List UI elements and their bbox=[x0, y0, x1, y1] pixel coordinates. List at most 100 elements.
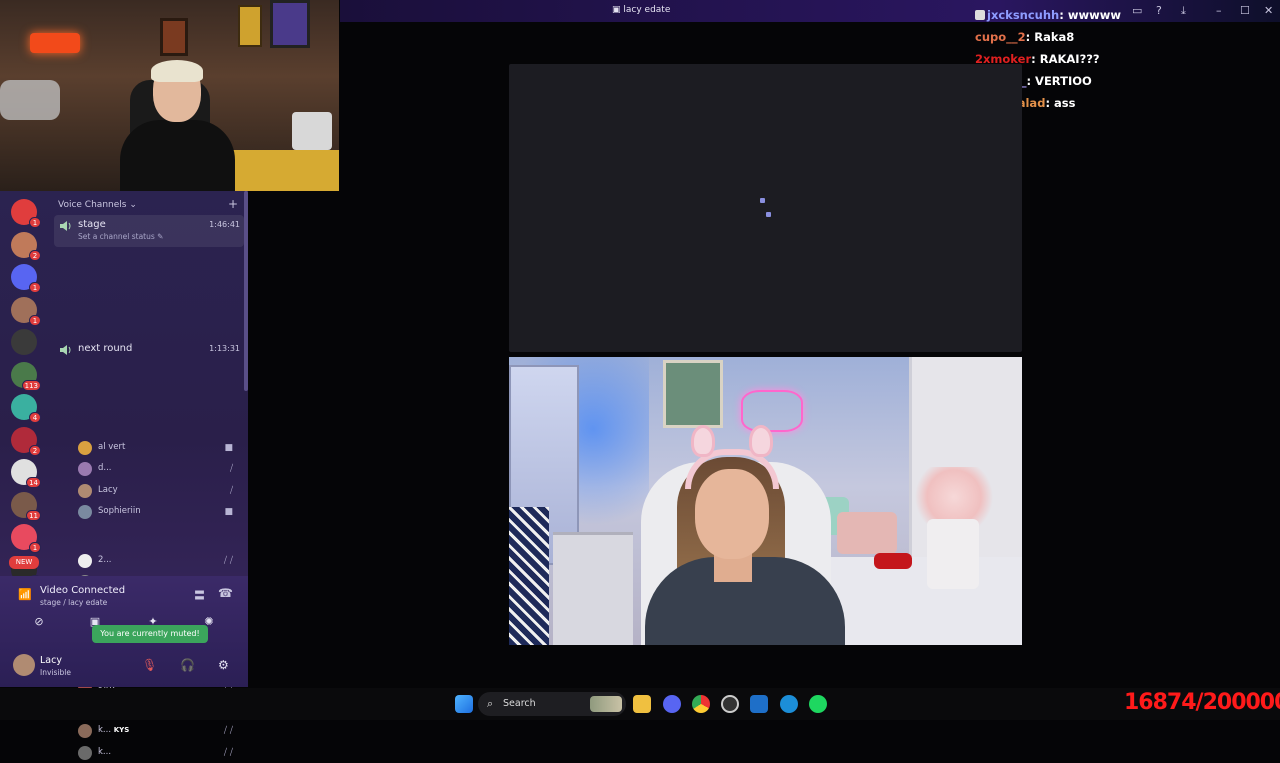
speaker-icon bbox=[60, 221, 71, 231]
fan bbox=[292, 112, 332, 150]
headphones-icon[interactable]: 🎧 bbox=[180, 658, 195, 672]
voice-member[interactable]: al vert ■ bbox=[78, 440, 238, 458]
server-icon[interactable]: 4 bbox=[11, 394, 41, 423]
server-icon[interactable] bbox=[11, 329, 37, 355]
member-name: Sophieriin bbox=[98, 505, 141, 516]
muted-icon: ⧸ bbox=[229, 485, 236, 496]
server-icon[interactable]: 113 bbox=[11, 361, 41, 391]
wall-poster bbox=[160, 18, 188, 56]
search-label: Search bbox=[503, 698, 536, 709]
channel-timer: 1:13:31 bbox=[209, 344, 240, 353]
vase bbox=[927, 519, 979, 589]
streamer-body bbox=[120, 120, 235, 191]
couch bbox=[0, 80, 60, 120]
close-icon[interactable]: ✕ bbox=[1264, 4, 1273, 17]
camera-icon: ■ bbox=[224, 443, 236, 453]
loading-spinner bbox=[760, 198, 765, 203]
server-badge: 113 bbox=[21, 379, 41, 391]
chrome-icon[interactable] bbox=[692, 695, 710, 713]
chat-message: jxcksncuhh: wwwww bbox=[975, 8, 1121, 22]
chat-text: : RAKAI??? bbox=[1031, 52, 1100, 66]
maximize-icon[interactable]: ☐ bbox=[1240, 4, 1250, 17]
chat-text: : Raka8 bbox=[1025, 30, 1075, 44]
server-badge: 2 bbox=[29, 249, 41, 261]
username[interactable]: Lacy bbox=[40, 655, 62, 666]
download-icon[interactable]: ⤓ bbox=[1181, 4, 1186, 18]
wall-jersey bbox=[238, 5, 262, 47]
signal-icon[interactable]: 📶 bbox=[18, 588, 32, 601]
chat-text: : wwwww bbox=[1059, 8, 1121, 22]
user-status: Invisible bbox=[40, 668, 71, 677]
camera-icon: ■ bbox=[224, 506, 236, 517]
avatar bbox=[78, 462, 92, 477]
noise-suppression-icon[interactable]: 〓 bbox=[194, 587, 205, 603]
muted-deafened-icon: ⧸⧸ bbox=[223, 726, 236, 737]
avatar bbox=[78, 441, 92, 455]
goal-counter: 16874/200000 bbox=[1124, 690, 1280, 715]
member-tag: KYS bbox=[113, 726, 130, 735]
muted-deafened-icon: ⧸⧸ bbox=[223, 556, 236, 566]
add-channel-icon[interactable]: + bbox=[228, 197, 238, 211]
app-icon[interactable] bbox=[750, 695, 768, 713]
dog-painting bbox=[663, 360, 723, 428]
server-icon[interactable]: 2 bbox=[11, 231, 41, 261]
avatar bbox=[78, 724, 92, 739]
video-tile-loading[interactable] bbox=[509, 64, 1022, 352]
taskbar-search[interactable]: ⌕ Search bbox=[478, 692, 626, 716]
gear-icon[interactable]: ⚙ bbox=[218, 658, 229, 672]
voice-connection-panel: 📶 Video Connected stage / lacy edate 〓 ☎… bbox=[0, 576, 248, 687]
server-icon[interactable]: 14 bbox=[11, 459, 41, 488]
server-icon[interactable]: 1 bbox=[11, 199, 41, 228]
scrollbar[interactable] bbox=[244, 191, 248, 391]
member-name: 2... bbox=[98, 555, 112, 565]
chat-username[interactable]: cupo__2 bbox=[975, 30, 1026, 44]
video-tile-camera[interactable] bbox=[509, 357, 1022, 645]
inbox-icon[interactable]: ▭ bbox=[1132, 4, 1142, 17]
voice-member[interactable]: d... ⧸ bbox=[78, 461, 238, 479]
channel-name: next round bbox=[78, 343, 133, 354]
spotify-icon[interactable] bbox=[809, 695, 827, 713]
server-badge: 1 bbox=[29, 542, 41, 553]
server-icon[interactable]: 1 bbox=[11, 524, 41, 553]
channel-status[interactable]: Set a channel status ✎ bbox=[78, 232, 163, 241]
voice-member[interactable]: k... KYS ⧸⧸ bbox=[78, 723, 238, 741]
voice-member[interactable]: Sophieriin ■ bbox=[78, 504, 238, 522]
file-explorer-icon[interactable] bbox=[633, 695, 651, 713]
member-name: Lacy bbox=[98, 484, 118, 495]
cat-ear bbox=[691, 425, 715, 457]
server-icon[interactable]: 1 bbox=[11, 296, 41, 326]
avatar bbox=[78, 483, 92, 498]
help-icon[interactable]: ? bbox=[1156, 4, 1162, 17]
cat-ear bbox=[749, 425, 773, 457]
windows-start-icon[interactable] bbox=[455, 695, 473, 713]
app-icon[interactable] bbox=[780, 695, 798, 713]
chat-message: cupo__2: Raka8 bbox=[975, 30, 1074, 44]
discord-icon[interactable] bbox=[663, 695, 681, 713]
channel-name: stage bbox=[78, 219, 106, 230]
chat-badge-icon bbox=[975, 10, 985, 20]
server-icon[interactable]: 1 bbox=[11, 264, 41, 293]
avatar[interactable] bbox=[13, 654, 35, 676]
voice-member[interactable]: 2... ⧸⧸ bbox=[78, 553, 238, 571]
flowers bbox=[909, 467, 999, 527]
drawers bbox=[553, 532, 633, 645]
camera-off-icon[interactable]: ⊘ bbox=[28, 615, 50, 633]
avatar bbox=[78, 504, 92, 519]
server-icon[interactable]: 11 bbox=[11, 491, 41, 521]
voice-member[interactable]: k... ⧸⧸ bbox=[78, 745, 238, 763]
steam-icon[interactable] bbox=[721, 695, 739, 713]
server-icon[interactable]: 2 bbox=[11, 426, 41, 456]
voice-status-title[interactable]: Video Connected bbox=[40, 585, 125, 596]
cat-ears bbox=[687, 425, 777, 461]
mic-muted-icon[interactable]: 🎙 bbox=[142, 658, 157, 672]
search-highlight-image bbox=[590, 696, 622, 712]
voice-channels-header[interactable]: Voice Channels ⌄ bbox=[58, 200, 137, 210]
taskbar: ⌕ Search bbox=[0, 688, 1280, 720]
disconnect-icon[interactable]: ☎ bbox=[218, 586, 233, 600]
minimize-icon[interactable]: – bbox=[1216, 4, 1222, 17]
voice-status-subtitle[interactable]: stage / lacy edate bbox=[40, 598, 107, 607]
user-panel: Lacy Invisible 🎙 🎧 ⚙ bbox=[0, 648, 248, 687]
voice-member[interactable]: Lacy ⧸ bbox=[78, 483, 238, 501]
chat-username[interactable]: jxcksncuhh bbox=[987, 8, 1059, 22]
speaker-icon bbox=[60, 345, 71, 355]
